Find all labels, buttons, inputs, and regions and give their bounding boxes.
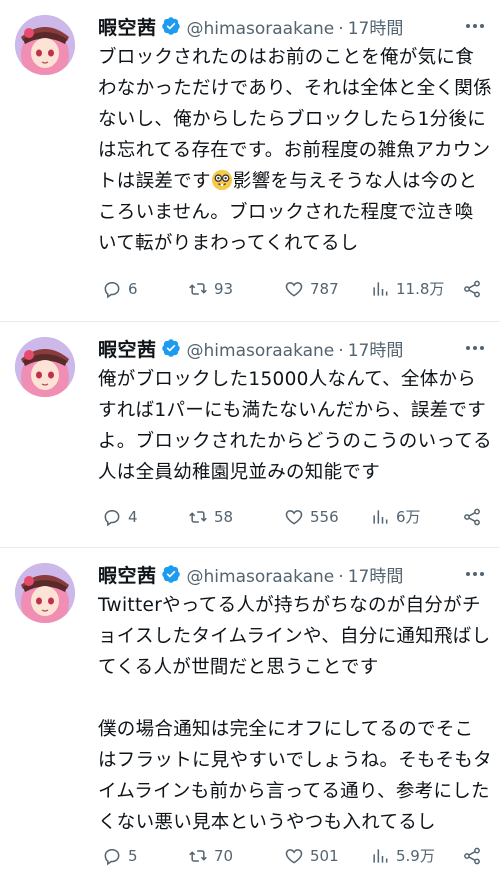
handle[interactable]: @himasoraakane [187,341,335,361]
timestamp[interactable]: 17時間 [348,567,404,587]
like-count: 501 [310,846,339,865]
tweet[interactable]: 暇空茜 @himasoraakane · 17時間 ブロックされたのはお前のことを俺… [0,0,500,322]
tweet[interactable]: 暇空茜 @himasoraakane · 17時間 俺がブロックした15000人なん… [0,322,500,548]
share-icon [464,847,480,864]
separator-dot: · [338,340,344,361]
heart-icon [285,281,303,297]
view-count: 11.8万 [396,280,445,298]
like-button[interactable]: 787 [284,279,370,299]
bar-chart-icon [373,509,388,524]
separator-dot: · [338,18,344,39]
separator-dot: · [338,566,344,587]
tweet-text: Twitterやってる人が持ちがちなのが自分がチョイスしたタイムラインや、自分に… [98,595,492,833]
views-button[interactable]: 11.8万 [370,278,456,299]
bar-chart-icon [373,848,388,863]
retweet-icon [189,510,207,523]
nerd-face-emoji-icon [211,169,232,191]
reply-count: 5 [128,846,138,865]
tweet-actions: 4 58 556 6万 [102,506,482,527]
reply-button[interactable]: 5 [102,846,188,866]
tweet-text: 俺がブロックした15000人なんて、全体からすれば1パーにも満たないんだから、誤… [98,369,492,483]
timestamp[interactable]: 17時間 [348,19,404,39]
retweet-count: 93 [214,279,234,298]
timeline-feed: 暇空茜 @himasoraakane · 17時間 ブロックされたのはお前のことを俺… [0,0,500,886]
like-button[interactable]: 501 [284,846,370,866]
reply-icon [104,281,120,298]
retweet-count: 70 [214,846,234,865]
reply-count: 6 [128,279,138,298]
avatar[interactable] [15,563,75,623]
reply-button[interactable]: 6 [102,279,188,299]
tweet-header: 暇空茜 @himasoraakane · 17時間 [98,12,492,40]
display-name[interactable]: 暇空茜 [98,13,157,40]
reply-button[interactable]: 4 [102,507,188,527]
tweet-actions: 6 93 787 11.8万 [102,278,482,299]
more-options-icon[interactable] [466,572,492,576]
reply-count: 4 [128,507,138,526]
tweet-header: 暇空茜 @himasoraakane · 17時間 [98,334,492,362]
more-options-icon[interactable] [466,346,492,350]
like-count: 787 [310,279,339,298]
retweet-button[interactable]: 58 [188,507,284,527]
retweet-button[interactable]: 70 [188,846,284,866]
more-options-icon[interactable] [466,24,492,28]
retweet-icon [189,849,207,862]
retweet-button[interactable]: 93 [188,279,284,299]
tweet-header: 暇空茜 @himasoraakane · 17時間 [98,560,492,588]
display-name[interactable]: 暇空茜 [98,561,157,588]
share-button[interactable] [462,507,482,527]
tweet-text: ブロックされたのはお前のことを俺が気に食わなかっただけであり、それは全体と全く関… [98,47,492,254]
reply-icon [104,848,120,865]
heart-icon [285,848,303,864]
views-button[interactable]: 6万 [370,506,456,527]
timestamp[interactable]: 17時間 [348,341,404,361]
view-count: 6万 [396,508,421,526]
avatar[interactable] [15,15,75,75]
verified-badge-icon [161,565,180,583]
retweet-icon [189,282,207,295]
display-name[interactable]: 暇空茜 [98,335,157,362]
handle[interactable]: @himasoraakane [187,19,335,39]
share-button[interactable] [462,279,482,299]
verified-badge-icon [161,17,180,35]
share-button[interactable] [462,846,482,866]
share-icon [464,280,480,297]
verified-badge-icon [161,339,180,357]
reply-icon [104,509,120,526]
share-icon [464,508,480,525]
views-button[interactable]: 5.9万 [370,845,456,866]
tweet-actions: 5 70 501 5.9万 [102,845,482,866]
like-button[interactable]: 556 [284,507,370,527]
avatar[interactable] [15,337,75,397]
handle[interactable]: @himasoraakane [187,567,335,587]
retweet-count: 58 [214,507,234,526]
view-count: 5.9万 [396,847,435,865]
tweet[interactable]: 暇空茜 @himasoraakane · 17時間 Twitterやってる人が持ちが… [0,548,500,886]
bar-chart-icon [373,281,388,296]
heart-icon [285,509,303,525]
like-count: 556 [310,507,339,526]
